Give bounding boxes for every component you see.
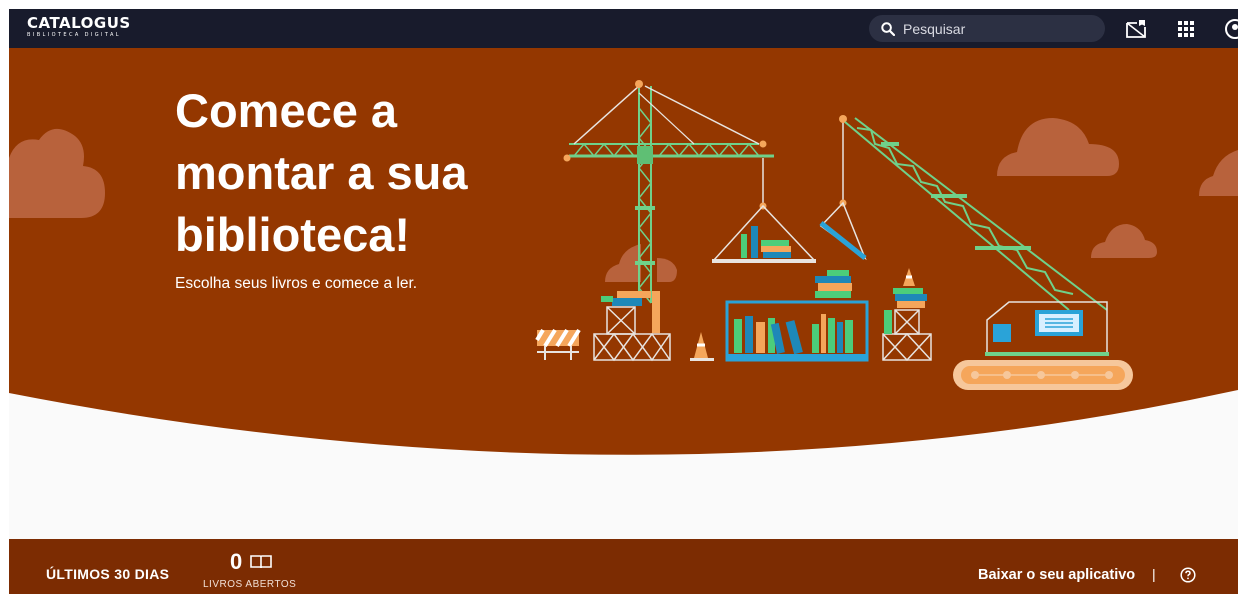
download-app-link[interactable]: Baixar o seu aplicativo — [978, 567, 1135, 583]
bookshelf — [725, 270, 869, 362]
logo-subtitle: BIBLIOTECA DIGITAL — [27, 32, 121, 38]
app-window: CATALOGUS BIBLIOTECA DIGITAL Pesquisar C… — [9, 9, 1238, 594]
books-opened-label: LIVROS ABERTOS — [203, 579, 297, 590]
hero-title-line-3: biblioteca! — [175, 208, 411, 261]
hero-title-line-1: Comece a — [175, 84, 398, 137]
search-box[interactable] — [869, 15, 1105, 42]
stats-bar: ÚLTIMOS 30 DIAS 0 LIVROS ABERTOS Baixar … — [9, 539, 1238, 594]
period-label: ÚLTIMOS 30 DIAS — [46, 566, 170, 582]
open-book-icon — [250, 555, 272, 569]
separator: | — [1152, 566, 1156, 582]
tower-crane-left — [569, 85, 774, 304]
hero-banner: Comece a montar a sua biblioteca! Escolh… — [9, 48, 1238, 458]
catalogus-logo[interactable]: CATALOGUS BIBLIOTECA DIGITAL — [27, 15, 131, 39]
road-barrier — [535, 328, 581, 360]
library-icon[interactable] — [1125, 18, 1147, 40]
hero-title-line-2: montar a sua — [175, 146, 468, 199]
search-icon — [881, 22, 895, 36]
search-input[interactable] — [903, 15, 1093, 42]
help-icon[interactable] — [1180, 567, 1196, 583]
hero-title: Comece a montar a sua biblioteca! — [175, 80, 535, 266]
apps-grid-icon[interactable] — [1175, 18, 1197, 40]
account-icon[interactable] — [1224, 18, 1238, 40]
logo-text: CATALOGUS — [27, 14, 131, 32]
hero-subtitle: Escolha seus livros e comece a ler. — [175, 275, 418, 292]
books-opened-count: 0 — [230, 549, 243, 574]
top-navigation-bar: CATALOGUS BIBLIOTECA DIGITAL — [9, 9, 1238, 48]
